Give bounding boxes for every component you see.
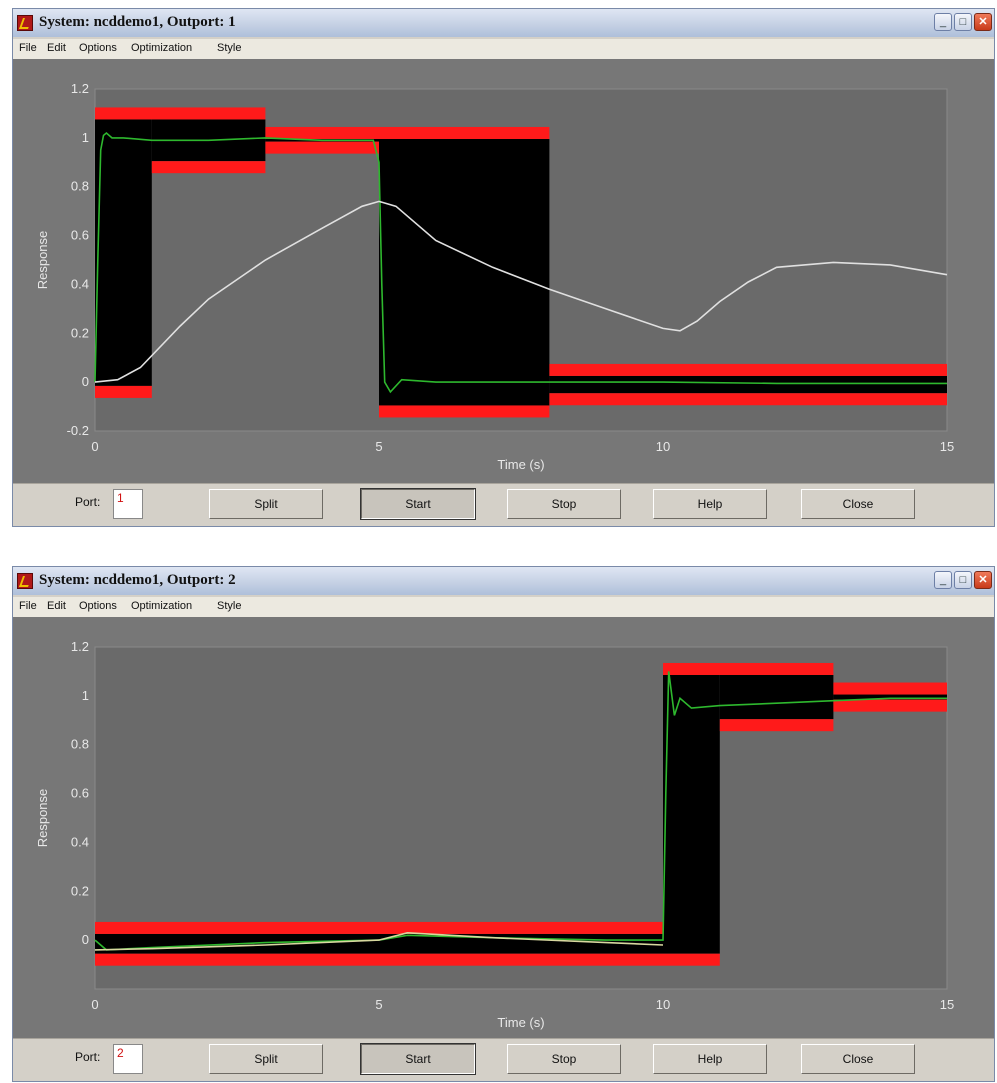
x-tick-label: 0 [91,997,98,1012]
y-axis-label: Response [35,231,50,290]
y-tick-label: 0.8 [71,179,89,194]
menu-bar: File Edit Options Optimization Style [13,39,994,59]
control-bar: Port: 2 Split Start Stop Help Close [13,1038,994,1081]
feasible-region [379,138,550,406]
y-tick-label: 0.8 [71,737,89,752]
lower-constraint-bar [549,393,947,406]
x-axis-label: Time (s) [497,1015,544,1030]
port-input[interactable]: 2 [113,1044,143,1074]
y-tick-label: 0.4 [71,276,89,291]
y-tick-label: 1.2 [71,639,89,654]
lower-constraint-bar [265,141,379,154]
minimize-icon[interactable]: _ [934,13,952,31]
lower-constraint-bar [151,161,266,174]
close-button[interactable]: Close [801,1044,915,1074]
lower-constraint-bar [95,953,720,966]
window-title: System: ncddemo1, Outport: 1 [39,14,236,30]
lower-constraint-bar [379,405,550,418]
split-button[interactable]: Split [209,1044,323,1074]
title-bar[interactable]: System: ncddemo1, Outport: 2 _ □ ✕ [13,567,994,595]
help-button[interactable]: Help [653,489,767,519]
upper-constraint-bar [549,363,947,376]
menu-bar: File Edit Options Optimization Style [13,597,994,617]
menu-file[interactable]: File [19,42,37,54]
app-icon [17,15,33,31]
x-tick-label: 5 [375,439,382,454]
window-outport-2: System: ncddemo1, Outport: 2 _ □ ✕ File … [12,566,995,1082]
lower-constraint-bar [719,719,834,732]
menu-optimization[interactable]: Optimization [131,42,192,54]
feasible-region [95,933,663,954]
upper-constraint-bar [833,682,947,695]
x-axis-label: Time (s) [497,457,544,472]
lower-constraint-bar [95,385,152,398]
stop-button[interactable]: Stop [507,489,621,519]
close-button[interactable]: Close [801,489,915,519]
menu-options[interactable]: Options [79,42,117,54]
y-tick-label: 1 [82,130,89,145]
port-input[interactable]: 1 [113,489,143,519]
maximize-icon[interactable]: □ [954,13,972,31]
x-tick-label: 10 [656,997,670,1012]
y-tick-label: 0 [82,932,89,947]
upper-constraint-bar [95,107,266,120]
close-icon[interactable]: ✕ [974,13,992,31]
y-tick-label: 0.2 [71,325,89,340]
menu-edit[interactable]: Edit [47,600,66,612]
x-tick-label: 5 [375,997,382,1012]
feasible-region [663,674,720,954]
title-bar[interactable]: System: ncddemo1, Outport: 1 _ □ ✕ [13,9,994,37]
y-tick-label: 0.6 [71,786,89,801]
x-tick-label: 15 [940,439,954,454]
start-button[interactable]: Start [360,1043,476,1075]
close-icon[interactable]: ✕ [974,571,992,589]
response-plot[interactable]: 0 5 10 15 0 0.2 0.4 0.6 0.8 1 1.2 Time (s) Response [13,617,994,1041]
split-button[interactable]: Split [209,489,323,519]
window-outport-1: System: ncddemo1, Outport: 1 _ □ ✕ File … [12,8,995,527]
y-axis-label: Response [35,789,50,848]
x-tick-label: 15 [940,997,954,1012]
response-chart[interactable]: 0 5 10 15-0.200.20.40.60.811.2Time (s)Respo… [13,59,994,483]
control-bar: Port: 1 Split Start Stop Help Close [13,483,994,526]
port-label: Port: [75,495,101,509]
x-tick-label: 0 [91,439,98,454]
lower-constraint-bar [833,699,947,712]
app-icon [17,573,33,589]
upper-constraint-bar [265,126,550,139]
y-tick-label: 0.4 [71,834,89,849]
y-tick-label: -0.2 [67,423,89,438]
menu-file[interactable]: File [19,600,37,612]
feasible-region [95,119,152,386]
y-tick-label: 0.2 [71,883,89,898]
upper-constraint-bar [95,921,663,934]
window-title: System: ncddemo1, Outport: 2 [39,572,236,588]
menu-optimization[interactable]: Optimization [131,600,192,612]
response-chart[interactable]: 0 5 10 15 0 0.2 0.4 0.6 0.8 1 1.2 Time (s) Response [13,617,994,1041]
port-label: Port: [75,1050,101,1064]
feasible-region [719,674,834,720]
y-tick-label: 0.6 [71,228,89,243]
y-tick-label: 1 [82,688,89,703]
menu-edit[interactable]: Edit [47,42,66,54]
menu-style[interactable]: Style [217,42,241,54]
help-button[interactable]: Help [653,1044,767,1074]
x-tick-label: 10 [656,439,670,454]
menu-style[interactable]: Style [217,600,241,612]
y-tick-label: 0 [82,374,89,389]
start-button[interactable]: Start [360,488,476,520]
y-tick-label: 1.2 [71,81,89,96]
stop-button[interactable]: Stop [507,1044,621,1074]
upper-constraint-bar [663,662,834,675]
feasible-band [549,375,947,394]
menu-options[interactable]: Options [79,600,117,612]
response-plot[interactable]: 0 5 10 15 -0.2 0 0.2 0.4 0.6 0.8 1 1.2 Time (s) Respo… [13,59,994,483]
maximize-icon[interactable]: □ [954,571,972,589]
minimize-icon[interactable]: _ [934,571,952,589]
